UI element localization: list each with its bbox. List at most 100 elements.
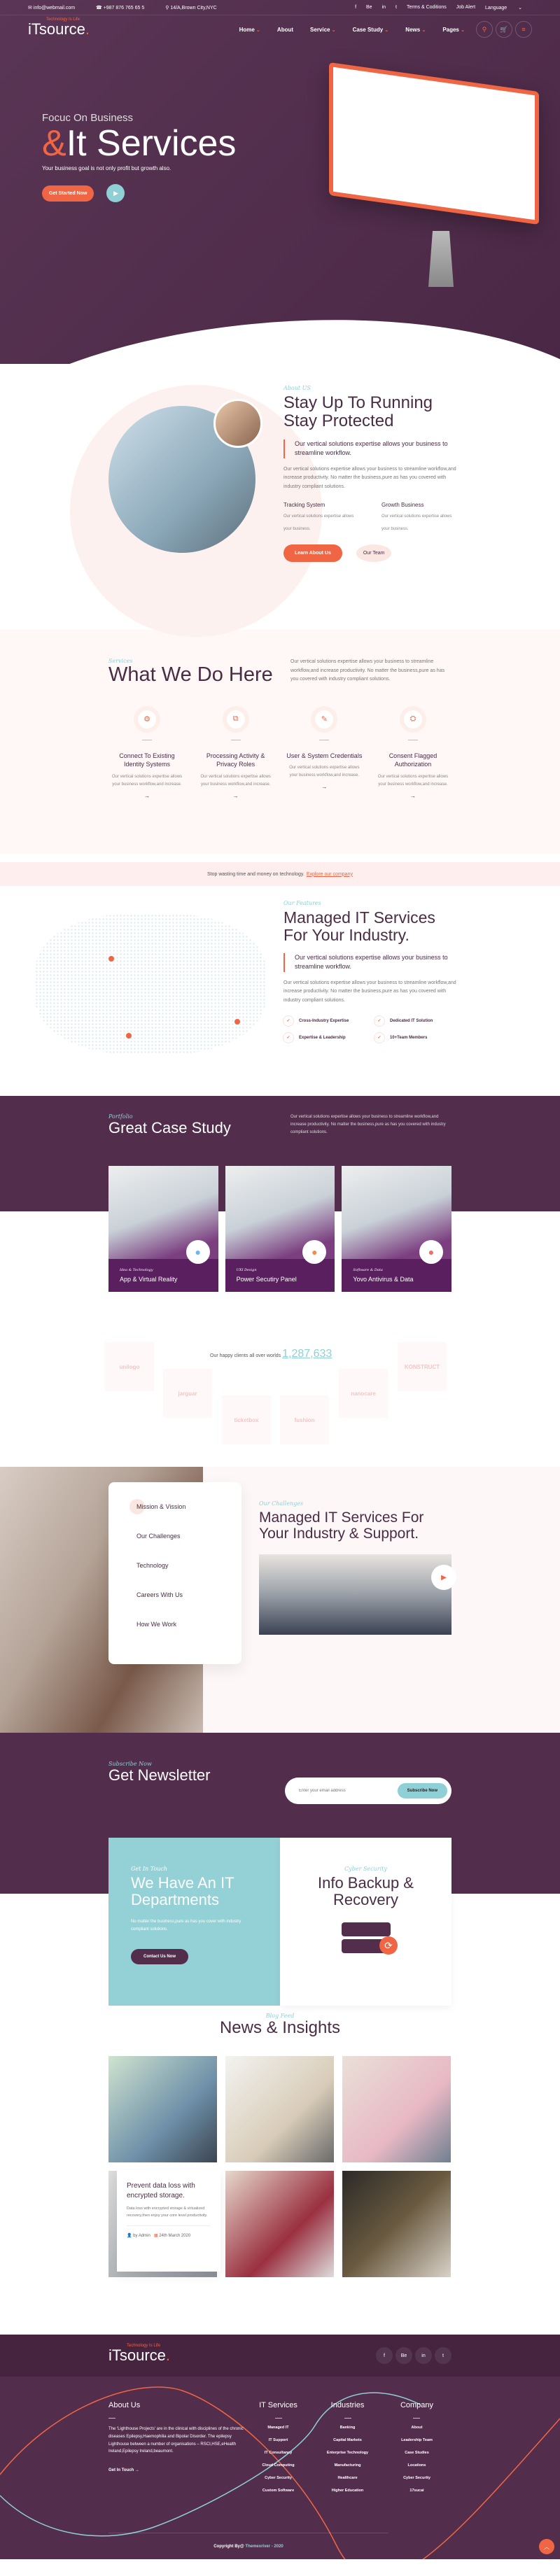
footer-link[interactable]: Cloud Computing — [244, 2463, 313, 2468]
feature-growth: Growth Business Our vertical solutions ex… — [382, 502, 458, 533]
footer-link[interactable]: Locations — [382, 2463, 451, 2468]
twitter-icon[interactable]: t — [396, 5, 397, 10]
footer-link[interactable]: Capital Markets — [313, 2438, 382, 2442]
client-logo[interactable]: nanocare — [339, 1369, 388, 1418]
nav-news-label: News — [405, 26, 421, 33]
news-image[interactable] — [225, 2056, 334, 2162]
footer-link[interactable]: Custom Software — [244, 2489, 313, 2493]
facebook-icon[interactable]: f — [376, 2347, 393, 2364]
phone-link[interactable]: ☎ +987 876 765 65 5 — [96, 6, 154, 10]
nav-service[interactable]: Service ⌄ — [310, 27, 336, 33]
footer-logo[interactable]: Technology Is Life iTsource. — [108, 2344, 170, 2365]
hero-title-text: It Services — [66, 123, 237, 164]
footer-link[interactable]: Higher Education — [313, 2489, 382, 2493]
client-logo[interactable]: jarguar — [163, 1369, 212, 1418]
footer-link[interactable]: Managed IT — [244, 2426, 313, 2430]
email-input[interactable] — [299, 1789, 398, 1793]
footer-link[interactable]: Leadership Team — [382, 2438, 451, 2442]
footer-link[interactable]: Manufacturing — [313, 2463, 382, 2468]
client-logo[interactable]: fushion — [280, 1395, 329, 1444]
chevron-down-icon: ⌄ — [384, 27, 389, 33]
news-post-title[interactable]: Prevent data loss with encrypted storage… — [127, 2181, 211, 2201]
copyright-brand[interactable]: Themexriver - 2020 — [245, 2545, 283, 2549]
footer-link[interactable]: Healthcare — [313, 2476, 382, 2480]
news-image[interactable] — [342, 2056, 451, 2162]
email-link[interactable]: ✉ info@webmail.com — [28, 6, 85, 10]
search-icon[interactable]: ⚲ — [476, 21, 493, 38]
footer-link[interactable]: Case Studies — [382, 2451, 451, 2455]
footer-heading: Industries — [330, 2401, 365, 2409]
footer-link[interactable]: Enterprise Technology — [313, 2451, 382, 2455]
feature-tracking: Tracking System Our vertical solutions ex… — [284, 502, 360, 533]
email-text: info@webmail.com — [33, 5, 76, 10]
footer-about: About Us The 'Lighthouse Projects' are i… — [108, 2401, 244, 2501]
logo[interactable]: Technology Is Life iTsource. — [28, 17, 90, 38]
features-section: Our Features Managed IT Services For You… — [0, 886, 560, 1096]
service-card[interactable]: ⛭ Consent Flagged Authorization Our vertic… — [374, 703, 451, 799]
service-card[interactable]: ⧉ Processing Activity & Privacy Roles Our … — [197, 703, 274, 799]
team-video[interactable] — [259, 1554, 451, 1635]
arrow-right-icon[interactable]: → — [108, 793, 186, 799]
tab-careers[interactable]: Careers With Us — [136, 1591, 214, 1621]
nav-about[interactable]: About — [277, 27, 293, 33]
explore-company-link[interactable]: Explore our company — [307, 872, 353, 877]
contact-us-button[interactable]: Contact Us Now — [131, 1948, 189, 1964]
twitter-icon[interactable]: t — [435, 2347, 451, 2364]
nav-pages[interactable]: Pages ⌄ — [442, 27, 465, 33]
nav-about-label: About — [276, 26, 294, 33]
case-card[interactable]: ● Software & Data Yovo Antivirus & Data — [342, 1166, 452, 1292]
client-logo[interactable]: KONSTRUCT — [398, 1342, 447, 1391]
play-icon[interactable]: ▶ — [106, 184, 125, 203]
footer: Technology Is Life iTsource. f Be in t Ab… — [0, 2335, 560, 2559]
terms-link[interactable]: Terms & Coditions — [407, 5, 447, 10]
footer-link[interactable]: Cyber Security — [382, 2476, 451, 2480]
linkedin-icon[interactable]: in — [382, 5, 386, 10]
subscribe-button[interactable]: Subscribe Now — [397, 1783, 447, 1799]
tab-mission[interactable]: Mission & Vission — [130, 1499, 214, 1533]
footer-it-services: IT Services Managed IT IT Support IT Consu… — [244, 2401, 313, 2501]
tab-technology[interactable]: Technology — [136, 1562, 214, 1591]
menu-icon[interactable]: ≡ — [515, 21, 532, 38]
client-logo[interactable]: unilogo — [105, 1342, 154, 1391]
footer-link[interactable]: 17sucai — [382, 2489, 451, 2493]
footer-link[interactable]: Cyber Security — [244, 2476, 313, 2480]
language-dropdown[interactable]: Language ⌄ — [485, 5, 522, 10]
arrow-right-icon[interactable]: → — [197, 793, 274, 799]
case-card[interactable]: ● UXI Design Power Secutiry Panel — [225, 1166, 335, 1292]
about-lead: Our vertical solutions expertise allows … — [284, 439, 458, 458]
job-alert-link[interactable]: Job Alert — [456, 5, 475, 10]
arrow-right-icon[interactable]: → — [286, 784, 363, 790]
behance-icon[interactable]: Be — [396, 2347, 412, 2364]
footer-link[interactable]: IT Consultancy — [244, 2451, 313, 2455]
news-image[interactable] — [225, 2171, 334, 2277]
footer-link[interactable]: Banking — [313, 2426, 382, 2430]
backup-title: Info Backup & Recovery — [318, 1874, 414, 1909]
service-card[interactable]: ⚙ Connect To Existing Identity Systems Our… — [108, 703, 186, 799]
news-image[interactable] — [342, 2171, 451, 2277]
case-card[interactable]: ● Idea & Technology App & Virtual Reality — [108, 1166, 218, 1292]
facebook-icon[interactable]: f — [355, 5, 356, 10]
footer-link[interactable]: About — [382, 2426, 451, 2430]
service-card[interactable]: ✎ User & System Credentials Our vertical s… — [286, 703, 363, 799]
challenge-tabs: Mission & Vission Our Challenges Technol… — [108, 1482, 241, 1664]
nav-news[interactable]: News ⌄ — [405, 27, 426, 33]
chevron-up-icon[interactable]: ︿ — [539, 2539, 554, 2554]
news-card[interactable]: Prevent data loss with encrypted storage… — [117, 2170, 220, 2272]
play-icon[interactable]: ▶ — [431, 1565, 456, 1590]
nav-case-study[interactable]: Case Study ⌄ — [353, 27, 389, 33]
tab-challenges[interactable]: Our Challenges — [136, 1533, 214, 1562]
get-in-touch-link[interactable]: Get In Touch → — [108, 2468, 244, 2472]
tab-how-we-work[interactable]: How We Work — [136, 1621, 214, 1650]
client-logo[interactable]: ticketbox — [222, 1395, 271, 1444]
nav-home[interactable]: Home ⌄ — [239, 27, 260, 33]
behance-icon[interactable]: Be — [366, 5, 372, 10]
get-started-button[interactable]: Get Started Now — [42, 185, 94, 202]
footer-link[interactable]: IT Support — [244, 2438, 313, 2442]
learn-about-button[interactable]: Learn About Us — [284, 544, 342, 562]
footer-about-text: The 'Lighthouse Projects' are in the cli… — [108, 2427, 244, 2454]
linkedin-icon[interactable]: in — [415, 2347, 432, 2364]
arrow-right-icon[interactable]: → — [374, 793, 451, 799]
cart-icon[interactable]: 🛒 — [496, 21, 512, 38]
news-image[interactable] — [108, 2056, 217, 2162]
our-team-button[interactable]: Our Team — [356, 544, 392, 562]
